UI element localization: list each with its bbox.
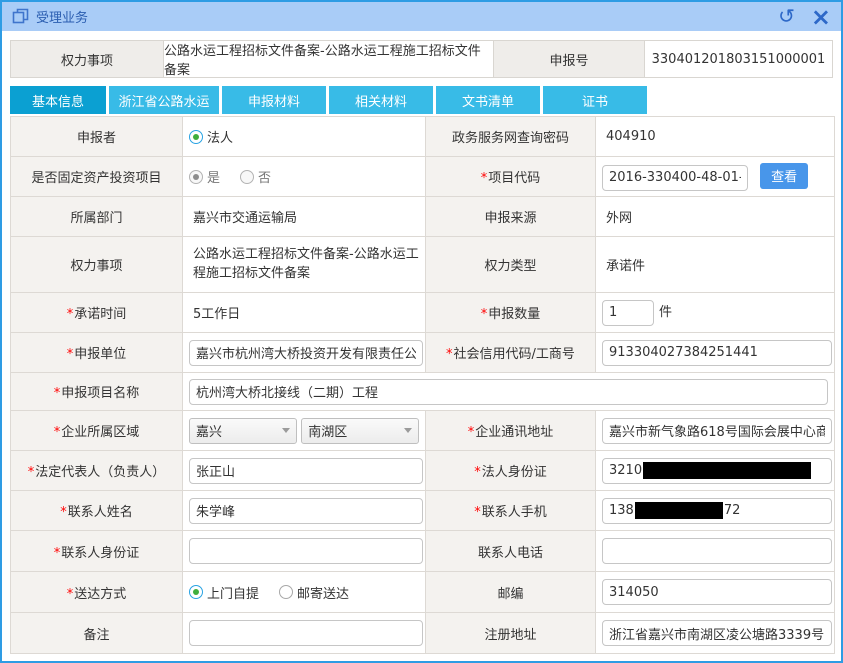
gov-password-value: 404910 [602,129,656,144]
legal-id-input[interactable]: 3210 [602,458,832,484]
close-icon[interactable]: × [811,5,831,29]
project-name-label: *申报项目名称 [11,373,183,411]
authority-item-value: 公路水运工程招标文件备案-公路水运工程施工招标文件备案 [189,246,419,284]
region-district-select[interactable]: 南湖区 [301,418,419,444]
tab-bar: 基本信息 浙江省公路水运 申报材料 相关材料 文书清单 证书 [10,86,833,114]
authority-item-header-label: 权力事项 [11,41,164,77]
company-address-label: *企业通讯地址 [426,411,596,451]
fixed-asset-no-option: 否 [258,167,271,186]
basic-info-form: 申报者 法人 政务服务网查询密码 404910 是否固定资产投资项目 是 否 [10,116,835,654]
gov-password-label: 政务服务网查询密码 [426,117,596,157]
contact-phone-input[interactable] [602,538,832,564]
legal-person-label: *法定代表人（负责人） [11,451,183,491]
postcode-label: 邮编 [426,572,596,613]
redaction-bar [643,462,811,479]
declare-source-label: 申报来源 [426,197,596,237]
declare-source-value: 外网 [602,211,632,226]
delivery-pickup-option: 上门自提 [207,583,259,602]
contact-name-label: *联系人姓名 [11,491,183,531]
declare-no-value: 330401201803151000001 [645,41,832,77]
declare-count-unit: 件 [659,305,672,320]
credit-code-label: *社会信用代码/工商号 [426,333,596,373]
declarer-legal-person-radio[interactable] [189,130,203,144]
delivery-label: *送达方式 [11,572,183,613]
tab-declare-materials[interactable]: 申报材料 [222,86,326,114]
promise-time-value: 5工作日 [189,307,240,322]
tab-zhejiang-highway[interactable]: 浙江省公路水运 [109,86,219,114]
project-code-input[interactable] [602,165,748,191]
project-code-label: *项目代码 [426,157,596,197]
remark-input[interactable] [189,620,423,646]
declare-unit-input[interactable] [189,340,423,366]
chevron-down-icon [282,428,290,433]
accept-business-window: 受理业务 ↺ × 权力事项 公路水运工程招标文件备案-公路水运工程施工招标文件备… [0,0,843,663]
contact-name-input[interactable] [189,498,423,524]
declarer-legal-person-option: 法人 [207,127,233,146]
postcode-input[interactable] [602,579,832,605]
delivery-mail-option: 邮寄送达 [297,583,349,602]
project-name-input[interactable] [189,379,828,405]
contact-id-label: *联系人身份证 [11,531,183,572]
authority-type-label: 权力类型 [426,237,596,293]
contact-phone-label: 联系人电话 [426,531,596,572]
authority-type-value: 承诺件 [602,259,645,274]
fixed-asset-no-radio [240,170,254,184]
company-address-input[interactable] [602,418,832,444]
refresh-icon[interactable]: ↺ [778,6,795,26]
region-label: *企业所属区域 [11,411,183,451]
reg-address-label: 注册地址 [426,613,596,654]
redaction-bar [635,502,723,519]
declare-count-label: *申报数量 [426,293,596,333]
promise-time-label: *承诺时间 [11,293,183,333]
department-value: 嘉兴市交通运输局 [189,211,297,226]
delivery-mail-radio[interactable] [279,585,293,599]
authority-item-header-value: 公路水运工程招标文件备案-公路水运工程施工招标文件备案 [164,41,494,77]
legal-id-label: *法人身份证 [426,451,596,491]
authority-item-label: 权力事项 [11,237,183,293]
remark-label: 备注 [11,613,183,654]
window-icon [12,8,29,25]
header-strip: 权力事项 公路水运工程招标文件备案-公路水运工程施工招标文件备案 申报号 330… [10,40,833,78]
contact-mobile-input[interactable]: 138 72 [602,498,832,524]
credit-code-input[interactable] [602,340,832,366]
window-title: 受理业务 [36,7,88,26]
title-bar: 受理业务 ↺ × [2,2,841,31]
declare-count-input[interactable] [602,300,654,326]
tab-certificate[interactable]: 证书 [543,86,647,114]
department-label: 所属部门 [11,197,183,237]
region-city-select[interactable]: 嘉兴 [189,418,297,444]
tab-basic-info[interactable]: 基本信息 [10,86,106,114]
tab-document-list[interactable]: 文书清单 [436,86,540,114]
view-button[interactable]: 查看 [760,163,808,189]
tab-related-materials[interactable]: 相关材料 [329,86,433,114]
fixed-asset-label: 是否固定资产投资项目 [11,157,183,197]
legal-person-input[interactable] [189,458,423,484]
contact-id-input[interactable] [189,538,423,564]
contact-mobile-label: *联系人手机 [426,491,596,531]
fixed-asset-yes-radio [189,170,203,184]
declare-unit-label: *申报单位 [11,333,183,373]
declarer-label: 申报者 [11,117,183,157]
chevron-down-icon [404,428,412,433]
declare-no-label: 申报号 [494,41,645,77]
delivery-pickup-radio[interactable] [189,585,203,599]
fixed-asset-yes-option: 是 [207,167,220,186]
reg-address-input[interactable] [602,620,832,646]
